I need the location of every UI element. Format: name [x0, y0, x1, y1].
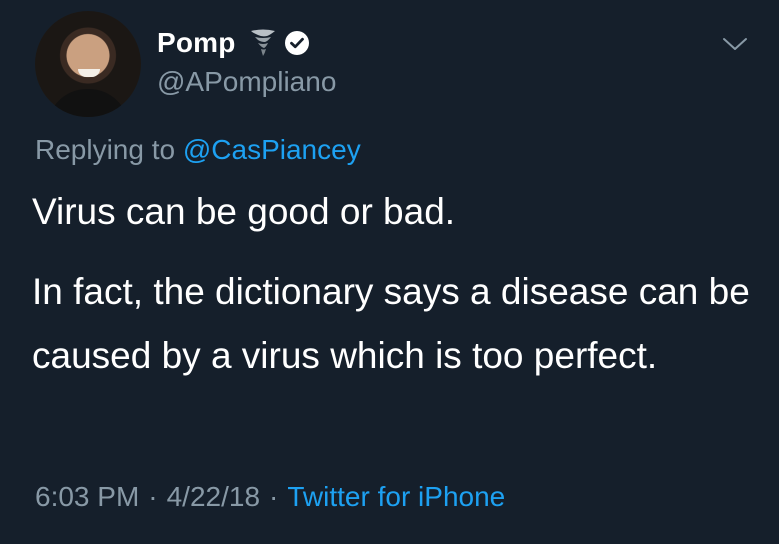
tweet-time[interactable]: 6:03 PM [35, 481, 139, 512]
reply-mention-link[interactable]: @CasPiancey [183, 134, 361, 165]
author-name-row: Pomp [157, 27, 310, 59]
chevron-down-icon[interactable] [720, 34, 750, 54]
tweet-metadata: 6:03 PM · 4/22/18 · Twitter for iPhone [35, 481, 505, 513]
meta-separator: · [269, 481, 279, 512]
reply-context: Replying to @CasPiancey [35, 134, 361, 166]
tweet-paragraph-1: Virus can be good or bad. [32, 191, 456, 232]
author-display-name[interactable]: Pomp [157, 27, 236, 59]
tweet-source-link[interactable]: Twitter for iPhone [287, 481, 505, 512]
tweet-date[interactable]: 4/22/18 [167, 481, 260, 512]
meta-separator: · [148, 481, 158, 512]
avatar[interactable] [35, 11, 141, 117]
tornado-emoji-icon [250, 28, 276, 58]
author-handle[interactable]: @APompliano [157, 66, 336, 98]
tweet-paragraph-2: In fact, the dictionary says a disease c… [32, 271, 750, 376]
verified-icon [284, 30, 310, 56]
reply-prefix: Replying to [35, 134, 176, 165]
avatar-smile [78, 69, 100, 77]
avatar-shirt [47, 89, 129, 117]
tweet-card: Pomp @APompliano Replying to @CasPiancey… [0, 0, 779, 544]
